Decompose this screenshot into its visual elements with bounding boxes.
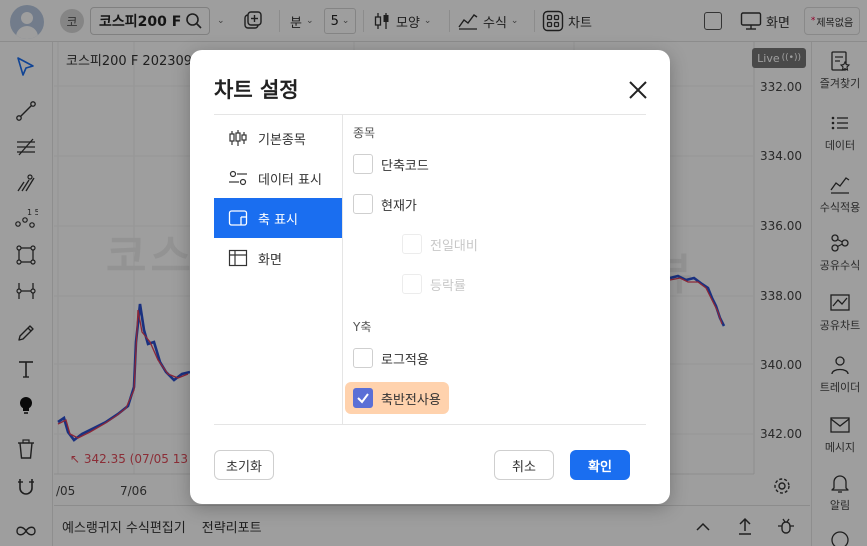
checkbox[interactable] (353, 348, 373, 368)
menu-item-label: 기본종목 (258, 132, 306, 148)
checkbox[interactable] (353, 194, 373, 214)
option-current-price[interactable]: 현재가 (353, 190, 417, 218)
divider (342, 114, 343, 424)
checkbox-checked[interactable] (353, 388, 373, 408)
option-log-scale[interactable]: 로그적용 (353, 344, 429, 372)
layout-icon (228, 249, 248, 267)
menu-item-data-display[interactable]: 데이터 표시 (214, 158, 342, 198)
reset-button[interactable]: 초기화 (214, 450, 274, 480)
checkbox (402, 274, 422, 294)
menu-item-label: 화면 (258, 252, 282, 268)
section-symbol-label: 종목 (353, 126, 376, 140)
divider (214, 424, 646, 425)
menu-item-label: 데이터 표시 (258, 172, 322, 188)
close-icon[interactable] (626, 78, 650, 102)
sliders-icon (229, 170, 247, 186)
option-short-code[interactable]: 단축코드 (353, 150, 429, 178)
chart-settings-dialog: 차트 설정 기본종목 데이터 표시 축 표시 화면 종목 단축코드 현재가 전일… (190, 50, 670, 504)
option-prev-change: 전일대비 (402, 230, 478, 258)
option-label: 등락률 (430, 278, 466, 294)
checkbox (402, 234, 422, 254)
candle-icon (229, 130, 247, 146)
menu-item-label: 축 표시 (258, 212, 299, 228)
menu-item-screen[interactable]: 화면 (214, 238, 342, 278)
option-label: 현재가 (381, 198, 417, 214)
option-invert-axis[interactable]: 축반전사용 (345, 382, 449, 414)
cancel-button[interactable]: 취소 (494, 450, 554, 480)
option-change-rate: 등락률 (402, 270, 466, 298)
option-label: 단축코드 (381, 158, 429, 174)
checkbox[interactable] (353, 154, 373, 174)
section-y-axis-label: Y축 (353, 320, 372, 334)
option-label: 로그적용 (381, 352, 429, 368)
confirm-button[interactable]: 확인 (570, 450, 630, 480)
axis-icon (228, 210, 248, 226)
dialog-title: 차트 설정 (214, 78, 299, 102)
check-icon (357, 393, 369, 404)
divider (214, 114, 646, 115)
menu-item-basic-symbol[interactable]: 기본종목 (214, 118, 342, 158)
menu-item-axis-display[interactable]: 축 표시 (214, 198, 342, 238)
option-label: 전일대비 (430, 238, 478, 254)
option-label: 축반전사용 (381, 392, 441, 408)
